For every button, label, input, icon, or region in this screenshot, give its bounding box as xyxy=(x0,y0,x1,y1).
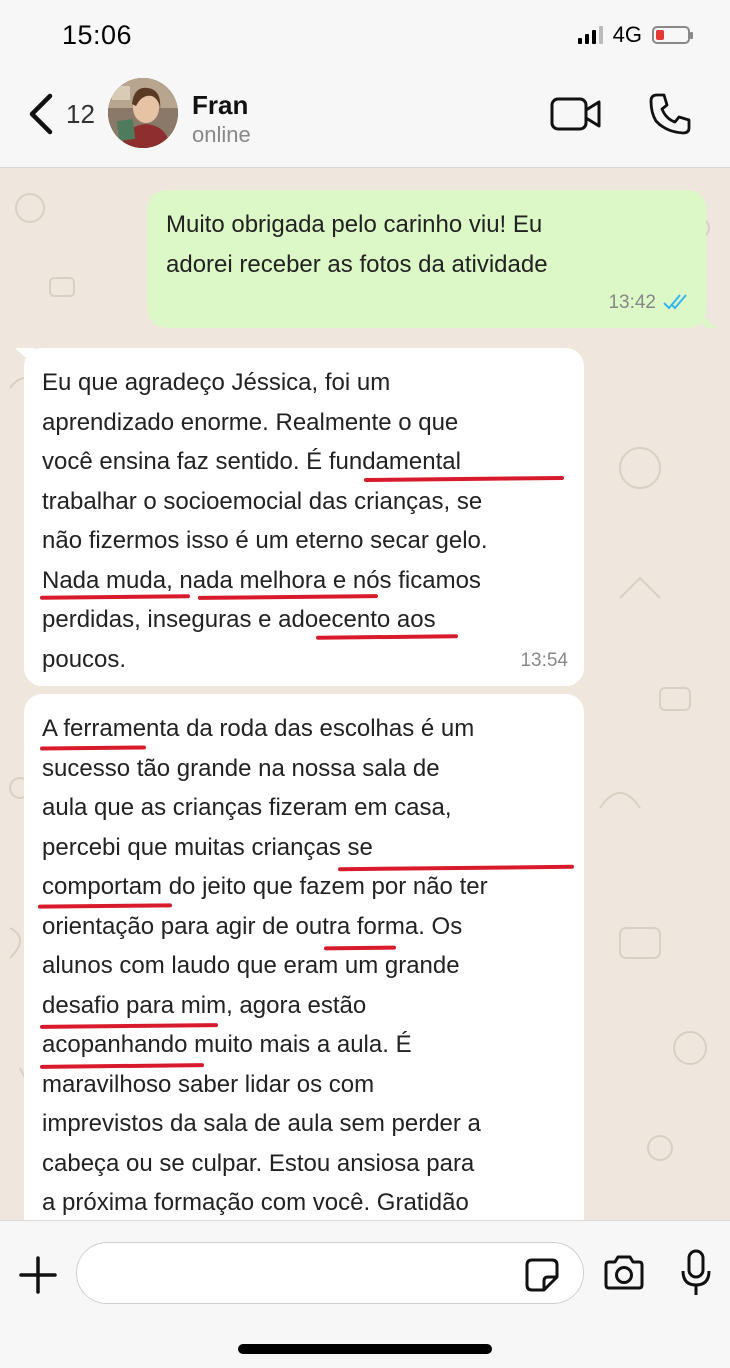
status-indicators: 4G xyxy=(577,22,693,48)
status-time: 15:06 xyxy=(62,20,133,50)
message-time: 13:54 xyxy=(520,649,568,671)
read-ticks-icon xyxy=(663,294,687,310)
message-time: 13:42 xyxy=(608,291,656,313)
message-line: desafio para mim, agora estão xyxy=(42,991,367,1019)
unread-count: 12 xyxy=(66,98,95,129)
message-line: você ensina faz sentido. É fundamental xyxy=(42,448,461,475)
home-indicator[interactable] xyxy=(238,1344,492,1354)
network-type: 4G xyxy=(612,22,642,47)
phone-icon xyxy=(649,93,691,135)
message-line: orientação para agir de outra forma. Os xyxy=(42,912,463,940)
attach-button[interactable] xyxy=(18,1255,58,1300)
message-incoming[interactable]: Eu que agradeço Jéssica, foi um aprendiz… xyxy=(24,348,584,686)
avatar-photo xyxy=(108,78,178,148)
message-line: cabeça ou se culpar. Estou ansiosa para xyxy=(42,1149,475,1177)
message-input[interactable] xyxy=(76,1242,584,1304)
message-line: Eu que agradeço Jéssica, foi um xyxy=(42,369,391,396)
status-bar: 15:06 4G xyxy=(0,0,730,70)
message-meta: 13:42 xyxy=(608,283,690,323)
message-line: percebi que muitas crianças se xyxy=(42,833,373,861)
message-line: perdidas, inseguras e adoecento aos xyxy=(42,606,436,633)
back-button[interactable]: 12 xyxy=(26,92,95,136)
message-line: imprevistos da sala de aula sem perder a xyxy=(42,1110,481,1137)
message-line: poucos. xyxy=(42,645,127,673)
camera-icon xyxy=(604,1255,644,1290)
contact-name[interactable]: Fran xyxy=(192,90,248,121)
battery-level xyxy=(656,30,664,40)
message-meta: 13:54 xyxy=(520,641,568,681)
sticker-icon xyxy=(525,1258,559,1292)
chat-header: 12 Fran online xyxy=(0,70,730,168)
chat-area[interactable]: Muito obrigada pelo carinho viu! Eu ador… xyxy=(0,168,730,1220)
contact-avatar[interactable] xyxy=(108,78,178,148)
sticker-button[interactable] xyxy=(524,1257,560,1298)
message-line: comportam do jeito que fazem por não ter xyxy=(42,873,488,900)
voice-call-button[interactable] xyxy=(648,92,692,141)
message-line: A ferramenta da roda das escolhas é um xyxy=(42,715,475,742)
microphone-icon xyxy=(681,1249,711,1295)
message-line: sucesso tão grande na nossa sala de xyxy=(42,754,440,782)
signal-icon xyxy=(577,26,603,44)
message-outgoing[interactable]: Muito obrigada pelo carinho viu! Eu ador… xyxy=(148,190,706,328)
message-line: aula que as crianças fizeram em casa, xyxy=(42,794,452,821)
message-line: a próxima formação com você. Gratidão xyxy=(42,1189,469,1216)
message-line: Muito obrigada pelo carinho viu! Eu xyxy=(166,211,543,238)
message-line: alunos com laudo que eram um grande xyxy=(42,952,460,979)
video-call-icon xyxy=(550,97,601,131)
message-line: adorei receber as fotos da atividade xyxy=(166,250,548,278)
message-incoming[interactable]: A ferramenta da roda das escolhas é um s… xyxy=(24,694,584,1220)
video-call-button[interactable] xyxy=(550,96,602,137)
plus-icon xyxy=(19,1256,57,1294)
battery-icon xyxy=(652,26,693,44)
message-line: maravilhoso saber lidar os com xyxy=(42,1070,375,1098)
microphone-button[interactable] xyxy=(680,1249,712,1302)
annotation-underline xyxy=(323,945,397,951)
message-line: aprendizado enorme. Realmente o que xyxy=(42,408,459,436)
camera-button[interactable] xyxy=(602,1255,646,1296)
contact-status: online xyxy=(192,122,251,147)
message-line: acopanhando muito mais a aula. É xyxy=(42,1031,412,1058)
back-chevron-icon xyxy=(29,93,53,135)
message-line: não fizermos isso é um eterno secar gelo… xyxy=(42,527,488,554)
message-line: trabalhar o socioemocial das crianças, s… xyxy=(42,487,483,515)
